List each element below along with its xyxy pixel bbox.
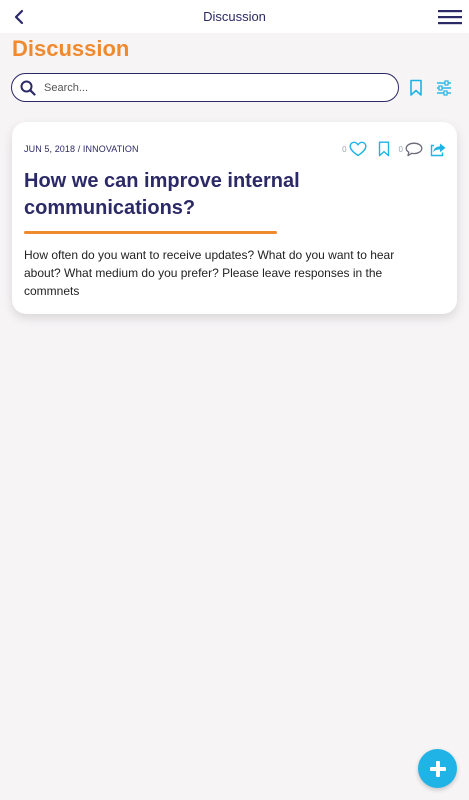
comment-count: 0 <box>398 144 403 154</box>
bookmark-button[interactable] <box>377 141 391 157</box>
menu-button[interactable] <box>437 7 463 27</box>
bookmark-filter-icon[interactable] <box>408 79 424 97</box>
bookmark-icon <box>378 141 389 157</box>
share-button[interactable] <box>430 142 447 157</box>
search-bar[interactable] <box>11 73 399 102</box>
chevron-left-icon <box>14 9 24 25</box>
top-bar: Discussion <box>0 0 469 33</box>
comment-button[interactable] <box>405 142 423 157</box>
discussion-card[interactable]: JUN 5, 2018 / INNOVATION 0 0 How we can … <box>12 122 457 314</box>
search-icon <box>20 80 36 96</box>
page-title: Discussion <box>12 36 130 61</box>
like-count: 0 <box>342 144 347 154</box>
share-icon <box>430 143 446 156</box>
post-actions: 0 0 <box>342 140 447 158</box>
hamburger-menu-icon <box>438 10 462 25</box>
add-discussion-button[interactable] <box>418 749 457 788</box>
search-input[interactable] <box>44 81 374 94</box>
like-button[interactable] <box>349 141 367 157</box>
title-underline <box>24 231 277 234</box>
plus-icon <box>429 760 446 777</box>
top-bar-title: Discussion <box>203 9 266 24</box>
post-body: How often do you want to receive updates… <box>24 248 395 298</box>
filter-sliders-icon[interactable] <box>436 80 452 96</box>
back-button[interactable] <box>8 6 30 28</box>
post-meta: JUN 5, 2018 / INNOVATION <box>24 144 139 154</box>
heart-icon <box>349 141 367 157</box>
post-title[interactable]: How we can improve internal communicatio… <box>24 168 354 222</box>
speech-bubble-icon <box>405 142 423 156</box>
